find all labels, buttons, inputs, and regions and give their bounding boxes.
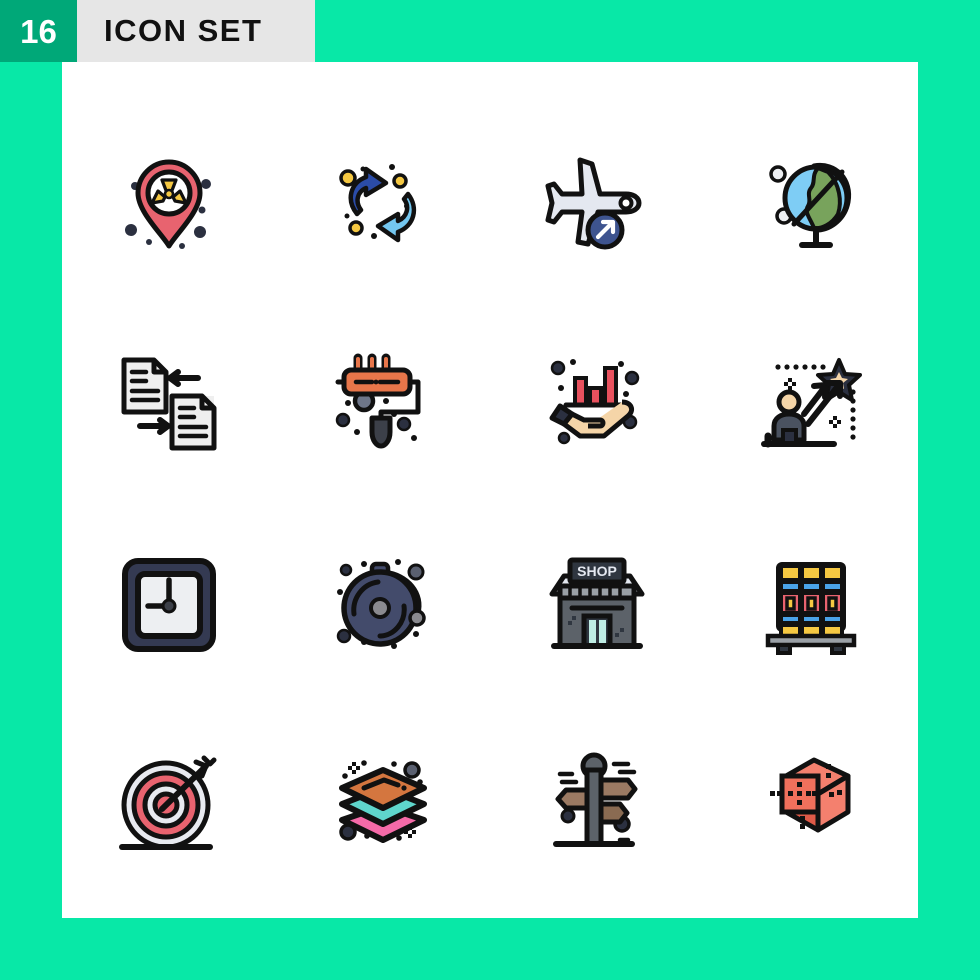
hand-holding-bar-chart-icon [549, 359, 640, 445]
icon-count-badge: 16 [0, 0, 77, 62]
dotted-cube-icon [770, 757, 851, 833]
icon-grid: SHOP [62, 105, 918, 905]
icon-cell-8[interactable] [704, 305, 918, 505]
square-clock-icon [122, 558, 216, 652]
icon-set-page: 16 ICON SET SHOP [0, 0, 980, 980]
icon-cell-9[interactable] [62, 505, 276, 705]
refresh-sync-arrows-icon [339, 164, 417, 243]
layers-stack-icon [339, 760, 427, 843]
icon-cell-14[interactable] [276, 705, 490, 905]
icon-cell-10[interactable] [276, 505, 490, 705]
desk-globe-icon [769, 162, 852, 248]
icon-cell-7[interactable] [490, 305, 704, 505]
icon-cell-11[interactable]: SHOP [490, 505, 704, 705]
page-title: ICON SET [104, 13, 263, 48]
icon-cell-2[interactable] [276, 105, 490, 305]
radiation-location-pin-icon [125, 159, 211, 249]
icon-cell-12[interactable] [704, 505, 918, 705]
icon-cell-15[interactable] [490, 705, 704, 905]
header-bar: 16 ICON SET [0, 0, 315, 62]
header-title-area: ICON SET [77, 0, 315, 62]
file-transfer-icon [121, 357, 217, 451]
icon-cell-13[interactable] [62, 705, 276, 905]
career-growth-star-icon [761, 358, 862, 448]
icon-cell-5[interactable] [62, 305, 276, 505]
cargo-pallet-icon [765, 562, 857, 655]
icon-cell-1[interactable] [62, 105, 276, 305]
icon-cell-16[interactable] [704, 705, 918, 905]
icon-cell-4[interactable] [704, 105, 918, 305]
icon-cell-6[interactable] [276, 305, 490, 505]
target-arrow-icon [119, 755, 217, 850]
shop-storefront-icon: SHOP [549, 557, 645, 649]
signpost-directions-icon [553, 752, 638, 847]
shop-sign-text: SHOP [577, 563, 617, 579]
icon-count-label: 16 [20, 12, 57, 50]
icon-cell-3[interactable] [490, 105, 704, 305]
paint-roller-icon [335, 353, 421, 449]
vinyl-record-icon [336, 559, 426, 649]
airplane-departure-icon [545, 157, 642, 250]
